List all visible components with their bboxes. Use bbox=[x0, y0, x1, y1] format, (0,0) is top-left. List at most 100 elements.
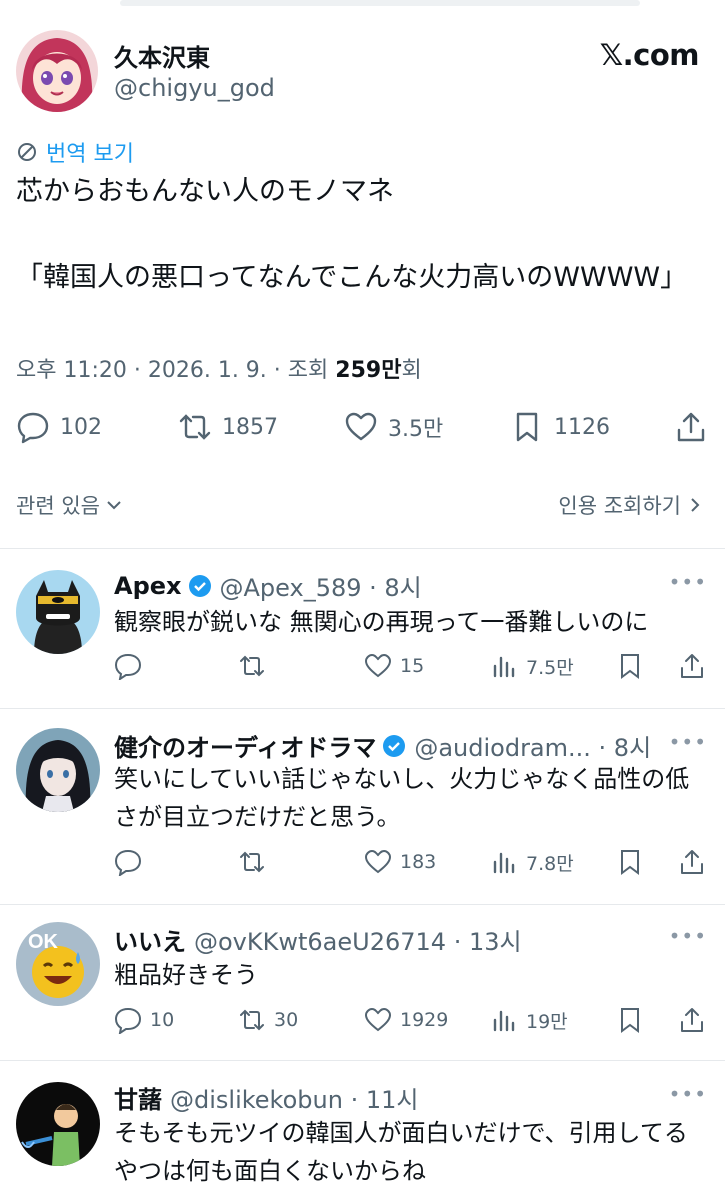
more-options-icon[interactable]: ••• bbox=[669, 1082, 707, 1106]
views-chart-icon bbox=[493, 852, 515, 874]
like-button[interactable]: 1929 bbox=[364, 1006, 448, 1034]
reply-handle-time[interactable]: @dislikekobun · 11시 bbox=[170, 1080, 418, 1115]
reply-button[interactable]: 102 bbox=[16, 410, 102, 444]
reply-text: そもそも元ツイの韓国人が面白いだけで、引用してるやつは何も面白くないからね bbox=[114, 1119, 688, 1185]
tweet-action-bar: 102 1857 3.5만 1126 bbox=[16, 410, 711, 456]
reply-item[interactable]: 健介のオーディオドラマ @audiodram... · 8시 ••• 笑いにして… bbox=[0, 708, 725, 904]
reply-text: 観察眼が鋭いな 無関心の再現って一番難しいのに bbox=[114, 608, 649, 636]
like-button[interactable]: 183 bbox=[364, 848, 436, 876]
reply-item[interactable]: 甘藷 @dislikekobun · 11시 ••• そもそも元ツイの韓国人が面… bbox=[0, 1060, 725, 1200]
translate-label[interactable]: 번역 보기 bbox=[46, 136, 134, 168]
tweet-header: 久本沢東 @chigyu_god 𝕏.com bbox=[16, 30, 711, 114]
reply-handle-time[interactable]: @audiodram... · 8시 bbox=[414, 728, 651, 763]
bookmark-icon bbox=[621, 654, 639, 679]
share-icon bbox=[681, 654, 703, 678]
related-label[interactable]: 관련 있음 bbox=[16, 490, 100, 520]
svg-text:OK: OK bbox=[28, 931, 59, 953]
verified-badge-icon bbox=[188, 574, 211, 597]
quote-views-label[interactable]: 인용 조회하기 bbox=[558, 490, 681, 520]
reply-handle-time[interactable]: @ovKKwt6aeU26714 · 13시 bbox=[194, 922, 522, 957]
like-button[interactable]: 3.5만 bbox=[344, 410, 443, 444]
share-icon bbox=[677, 412, 705, 442]
view-suffix: 회 bbox=[401, 358, 422, 383]
reply-author-name[interactable]: Apex bbox=[114, 572, 182, 600]
like-count: 15 bbox=[400, 655, 425, 677]
retweet-button[interactable]: 1857 bbox=[178, 410, 278, 444]
author-handle[interactable]: @chigyu_god bbox=[114, 74, 275, 102]
views-button[interactable]: 7.5만 bbox=[490, 652, 574, 680]
retweet-icon bbox=[179, 414, 211, 440]
avatar[interactable]: OK bbox=[16, 922, 100, 1006]
cropped-content bbox=[120, 0, 640, 6]
timestamp[interactable]: 오후 11:20 · 2026. 1. 9. · 조회 bbox=[16, 358, 335, 383]
reply-header: Apex @Apex_589 · 8시 bbox=[114, 568, 422, 603]
translate-icon bbox=[18, 143, 36, 161]
reply-icon bbox=[114, 653, 142, 680]
view-count: 259만 bbox=[335, 358, 402, 383]
share-button[interactable] bbox=[678, 652, 706, 680]
share-icon bbox=[681, 850, 703, 874]
retweet-icon bbox=[240, 1009, 264, 1031]
translate-link[interactable]: 번역 보기 bbox=[16, 136, 134, 168]
reply-button[interactable]: 10 bbox=[114, 1006, 174, 1034]
tweet-text-line-2: 「韓国人の悪口ってなんでこんな火力高いのWWWW」 bbox=[16, 262, 688, 293]
reply-item[interactable]: Apex @Apex_589 · 8시 ••• 観察眼が鋭いな 無関心の再現って… bbox=[0, 548, 725, 708]
avatar[interactable] bbox=[16, 570, 100, 654]
bookmark-button[interactable] bbox=[616, 652, 644, 680]
tweet-meta: 오후 11:20 · 2026. 1. 9. · 조회 259만회 bbox=[16, 352, 422, 384]
reply-author-name[interactable]: 甘藷 bbox=[114, 1080, 162, 1115]
avatar[interactable] bbox=[16, 728, 100, 812]
bookmark-icon bbox=[516, 412, 538, 442]
more-options-icon[interactable]: ••• bbox=[669, 730, 707, 754]
views-chart-icon bbox=[493, 1010, 515, 1032]
bookmark-icon bbox=[621, 850, 639, 875]
retweet-icon bbox=[240, 655, 264, 677]
related-toggle[interactable]: 관련 있음 bbox=[16, 490, 124, 520]
avatar[interactable] bbox=[16, 1082, 100, 1166]
tweet-body: 芯からおもんない人のモノマネ 「韓国人の悪口ってなんでこんな火力高いのWWWW」 bbox=[16, 172, 711, 298]
view-count: 7.5만 bbox=[526, 656, 574, 679]
reply-count: 102 bbox=[60, 414, 102, 440]
chevron-right-icon bbox=[691, 498, 700, 512]
retweet-button[interactable] bbox=[238, 652, 274, 680]
more-options-icon[interactable]: ••• bbox=[669, 570, 707, 594]
reply-icon bbox=[114, 1007, 142, 1034]
tweet-text-line-1: 芯からおもんない人のモノマネ bbox=[16, 176, 394, 207]
heart-icon bbox=[364, 1007, 392, 1032]
share-button[interactable] bbox=[674, 410, 708, 444]
reply-header: いいえ @ovKKwt6aeU26714 · 13시 bbox=[114, 922, 522, 957]
reply-item[interactable]: OK いいえ @ovKKwt6aeU26714 · 13시 ••• 粗品好きそう… bbox=[0, 904, 725, 1060]
like-button[interactable]: 15 bbox=[364, 652, 424, 680]
reply-author-name[interactable]: いいえ bbox=[114, 922, 186, 957]
bookmark-button[interactable]: 1126 bbox=[510, 410, 610, 444]
more-options-icon[interactable]: ••• bbox=[669, 924, 707, 948]
heart-icon bbox=[364, 849, 392, 874]
share-button[interactable] bbox=[678, 848, 706, 876]
reply-action-bar: 183 7.8만 bbox=[114, 848, 709, 884]
quote-views-link[interactable]: 인용 조회하기 bbox=[558, 490, 705, 520]
like-count: 183 bbox=[400, 851, 437, 873]
heart-icon bbox=[345, 412, 377, 441]
views-chart-icon bbox=[493, 656, 515, 678]
view-count: 7.8만 bbox=[526, 852, 574, 875]
share-button[interactable] bbox=[678, 1006, 706, 1034]
bookmark-icon bbox=[621, 1008, 639, 1033]
reply-button[interactable] bbox=[114, 848, 150, 876]
reply-handle-time[interactable]: @Apex_589 · 8시 bbox=[220, 568, 422, 603]
retweet-button[interactable]: 30 bbox=[238, 1006, 298, 1034]
bookmark-button[interactable] bbox=[616, 1006, 644, 1034]
bookmark-button[interactable] bbox=[616, 848, 644, 876]
author-name[interactable]: 久本沢東 bbox=[114, 38, 210, 73]
author-avatar[interactable] bbox=[16, 30, 98, 112]
reply-button[interactable] bbox=[114, 652, 150, 680]
reply-author-name[interactable]: 健介のオーディオドラマ bbox=[114, 728, 376, 763]
retweet-count: 30 bbox=[274, 1009, 299, 1031]
reply-icon bbox=[114, 849, 142, 876]
like-count: 3.5만 bbox=[388, 417, 444, 442]
retweet-button[interactable] bbox=[238, 848, 274, 876]
heart-icon bbox=[364, 653, 392, 678]
reply-header: 甘藷 @dislikekobun · 11시 bbox=[114, 1080, 418, 1115]
views-button[interactable]: 7.8만 bbox=[490, 848, 574, 876]
verified-badge-icon bbox=[383, 734, 406, 757]
views-button[interactable]: 19만 bbox=[490, 1006, 568, 1034]
